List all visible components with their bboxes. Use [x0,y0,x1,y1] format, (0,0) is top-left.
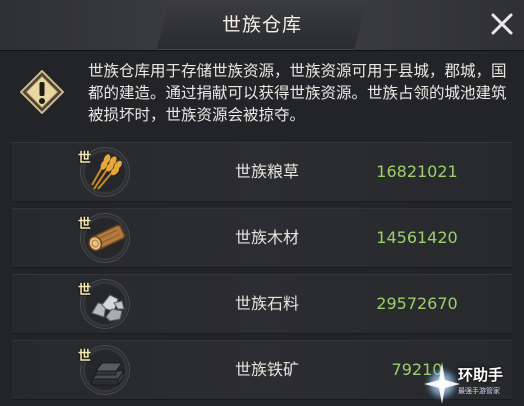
info-description: 世族仓库用于存储世族资源，世族资源可用于县城，郡城，国都的建造。通过捐献可以获得… [88,62,507,124]
window-title: 世族仓库 [221,14,302,36]
stone-icon: 世 [78,279,136,329]
warning-exclamation-icon [19,69,65,115]
resource-value: 14561420 [376,228,458,247]
clan-badge: 世 [78,217,92,232]
resource-row-stone: 世 世族石料 29572670 [12,274,512,334]
resource-value: 16821021 [376,162,458,181]
light-burst-icon [424,362,460,404]
wheat-icon: 世 [78,147,136,197]
info-panel: 世族仓库用于存储世族资源，世族资源可用于县城，郡城，国都的建造。通过捐献可以获得… [16,60,507,130]
resource-name: 世族石料 [234,294,299,313]
resource-name: 世族粮草 [234,162,299,181]
resource-row-wood: 世 世族木材 14561420 [12,208,512,268]
watermark-logo: 环助手 最强手游管家 [420,358,524,406]
close-button[interactable] [484,6,520,42]
watermark-title: 环助手 [458,366,504,384]
title-bar: 世族仓库 [0,0,524,51]
close-x-icon [491,13,513,35]
resource-name: 世族铁矿 [234,360,299,379]
clan-badge: 世 [78,349,92,364]
clan-badge: 世 [78,151,92,166]
resource-value: 29572670 [376,294,458,313]
watermark-subtitle: 最强手游管家 [458,387,500,395]
clan-warehouse-window: 世族仓库 世族仓库用于存储世族资源，世族资源可用于县城，郡城，国都的建造。通过捐… [0,0,524,406]
wood-log-icon: 世 [78,213,136,263]
resource-name: 世族木材 [234,228,299,247]
resource-row-grain: 世 世族粮草 16821021 [12,142,512,202]
clan-badge: 世 [78,283,92,298]
iron-ingot-icon: 世 [78,345,136,395]
